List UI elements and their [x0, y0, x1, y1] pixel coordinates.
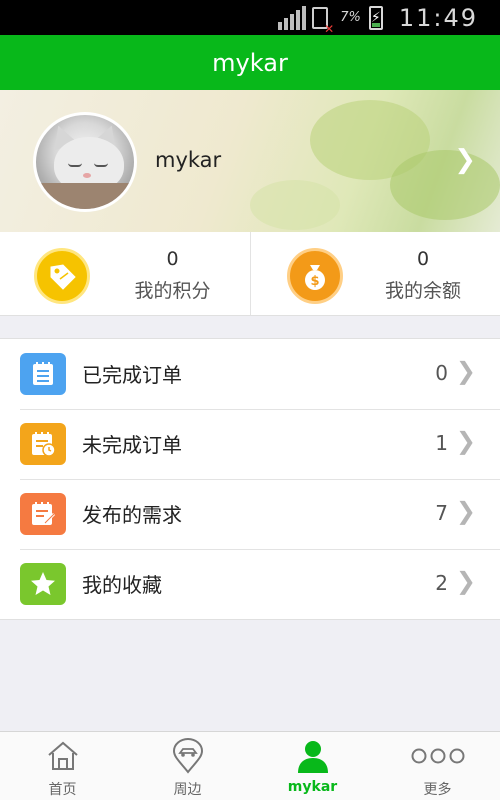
points-value: 0: [166, 248, 179, 270]
menu-list: 已完成订单 0 ❯ 未完成订单 1 ❯ 发布的需求 7 ❯ 我的收藏 2 ❯: [0, 338, 500, 620]
profile-banner[interactable]: mykar ❯: [0, 90, 500, 232]
user-icon: [295, 738, 331, 774]
profile-username: mykar: [155, 148, 222, 172]
banner-leaf-decoration: [250, 180, 340, 230]
nav-item-home[interactable]: 首页: [0, 732, 125, 800]
menu-item-favorites[interactable]: 我的收藏 2 ❯: [0, 549, 500, 619]
nav-label: mykar: [287, 779, 338, 795]
svg-text:$: $: [310, 274, 319, 289]
pending-orders-icon: [20, 423, 66, 465]
location-pin-icon: [170, 738, 206, 774]
stat-balance[interactable]: $ 0 我的余额: [249, 232, 500, 315]
menu-item-count: 2: [435, 571, 448, 595]
chevron-right-icon: ❯: [455, 427, 476, 455]
clock: 11:49: [398, 3, 478, 32]
menu-item-label: 未完成订单: [82, 433, 182, 457]
completed-orders-icon: [20, 353, 66, 395]
points-label: 我的积分: [134, 280, 211, 302]
stats-bar: 0 我的积分 $ 0 我的余额: [0, 232, 500, 316]
page-title: mykar: [212, 48, 288, 77]
tag-icon: [34, 248, 90, 304]
menu-item-pending-orders[interactable]: 未完成订单 1 ❯: [0, 409, 500, 479]
no-sim-icon: [312, 6, 334, 35]
menu-item-label: 已完成订单: [82, 363, 182, 387]
chevron-right-icon[interactable]: ❯: [454, 145, 476, 175]
bottom-nav: 首页 周边 mykar 更多: [0, 731, 500, 800]
stat-points[interactable]: 0 我的积分: [0, 232, 250, 315]
battery-percent: 7%: [340, 10, 361, 25]
nav-item-nearby[interactable]: 周边: [125, 732, 250, 800]
nav-item-more[interactable]: 更多: [375, 732, 500, 800]
chevron-right-icon: ❯: [455, 567, 476, 595]
nav-label: 首页: [48, 782, 77, 798]
menu-item-completed-orders[interactable]: 已完成订单 0 ❯: [0, 339, 500, 409]
menu-item-count: 0: [435, 361, 448, 385]
menu-item-label: 发布的需求: [82, 503, 182, 527]
money-bag-icon: $: [286, 248, 343, 304]
balance-label: 我的余额: [384, 280, 461, 302]
signal-icon: [278, 5, 307, 30]
nav-label: 周边: [173, 782, 202, 798]
chevron-right-icon: ❯: [455, 357, 476, 385]
menu-item-label: 我的收藏: [82, 573, 162, 597]
nav-label: 更多: [423, 782, 452, 798]
nav-item-mykar[interactable]: mykar: [250, 732, 375, 800]
more-dots-icon: [410, 738, 466, 774]
avatar[interactable]: [33, 112, 137, 212]
battery-charging-icon: ⚡: [368, 5, 383, 30]
banner-leaf-decoration: [390, 150, 500, 220]
menu-item-count: 7: [435, 501, 448, 525]
menu-item-published-requests[interactable]: 发布的需求 7 ❯: [0, 479, 500, 549]
published-requests-icon: [20, 493, 66, 535]
chevron-right-icon: ❯: [455, 497, 476, 525]
status-bar: 7% ⚡ 11:49: [0, 0, 500, 35]
balance-value: 0: [416, 248, 430, 270]
star-icon: [20, 563, 66, 605]
home-icon: [45, 738, 81, 774]
title-bar: mykar: [0, 35, 500, 90]
menu-item-count: 1: [435, 431, 448, 455]
